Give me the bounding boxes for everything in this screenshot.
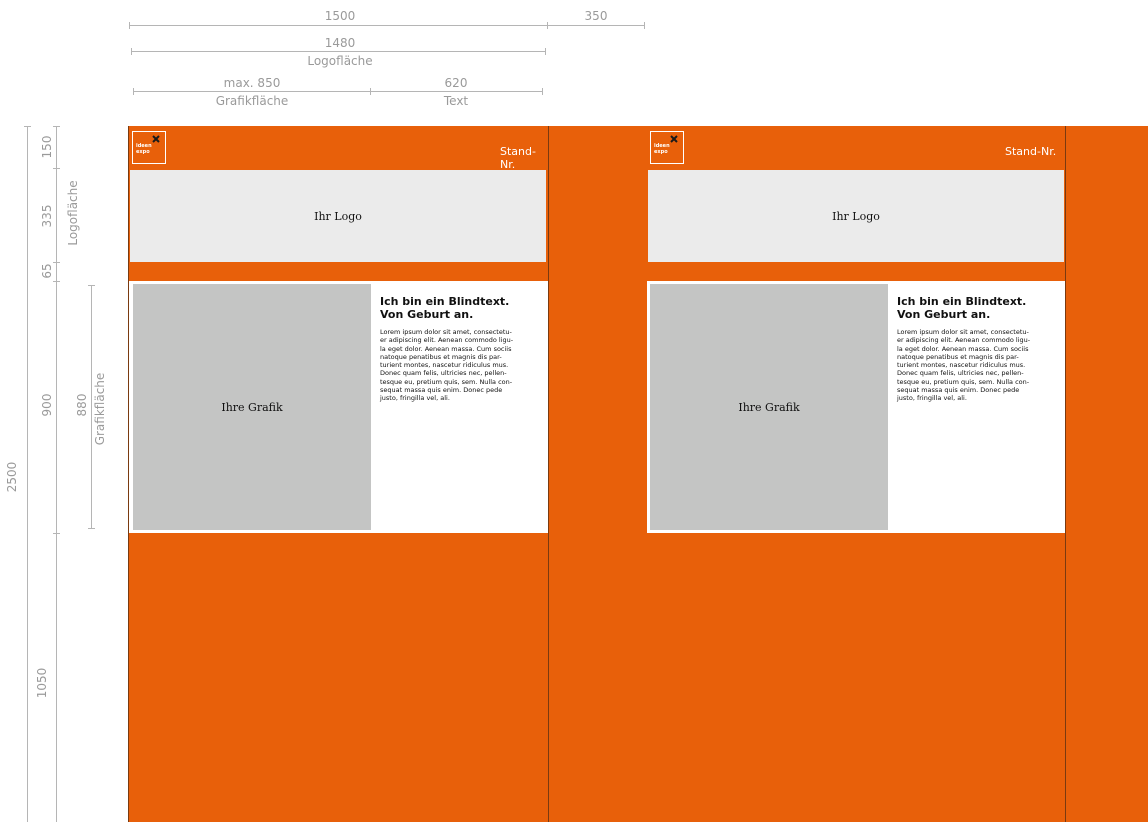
body-text: Lorem ipsum dolor sit amet, consectetu- … (380, 328, 514, 403)
panel-1: ideen expo Stand-Nr. Ihr Logo Ihre Grafi… (128, 126, 548, 822)
dim-v-150: 150 (40, 135, 54, 159)
headline-1: Ich bin ein Blindtext. (897, 295, 1027, 308)
dim-v-900: 900 (40, 393, 54, 417)
dim-logo-label: Logofläche (307, 54, 373, 68)
dim-line-top (129, 25, 645, 26)
dim-tick (133, 88, 134, 95)
dim-v-335: 335 (40, 204, 54, 228)
dim-1480: 1480 (324, 36, 356, 50)
headline-2: Von Geburt an. (380, 308, 474, 321)
dim-tick (53, 533, 60, 534)
headline-1: Ich bin ein Blindtext. (380, 295, 510, 308)
dim-tick (545, 48, 546, 55)
dim-tick (542, 88, 543, 95)
dim-tick (53, 262, 60, 263)
stand-number-label: Stand-Nr. (1005, 145, 1057, 158)
brand-logo: ideen expo (132, 131, 166, 164)
dim-tick (53, 168, 60, 169)
dim-tick (88, 528, 95, 529)
dim-v-graphic-label: Grafikfläche (93, 372, 107, 446)
body-text: Lorem ipsum dolor sit amet, consectetu- … (897, 328, 1031, 403)
dim-line-graphic (91, 285, 92, 528)
dim-1500: 1500 (324, 9, 356, 23)
dim-v-2500: 2500 (5, 461, 19, 493)
dim-tick (53, 126, 60, 127)
dim-tick (644, 22, 645, 29)
graphic-area: Ihre Grafik (133, 284, 371, 530)
stand-number-label: Stand-Nr. (500, 145, 536, 171)
dim-line-vertical (56, 126, 57, 822)
panel-divider (548, 126, 549, 822)
dim-tick (547, 22, 548, 29)
logo-placeholder: Ihr Logo (314, 209, 362, 223)
dim-line-logo (131, 51, 546, 52)
brand-logo: ideen expo (650, 131, 684, 164)
dim-tick (370, 88, 371, 95)
dim-v-logo-label: Logofläche (66, 180, 80, 246)
logo-area: Ihr Logo (130, 170, 546, 262)
dim-tick (24, 126, 31, 127)
headline-2: Von Geburt an. (897, 308, 991, 321)
dim-graphic-label: Grafikfläche (215, 94, 289, 108)
logo-placeholder: Ihr Logo (832, 209, 880, 223)
dim-v-880: 880 (75, 393, 89, 417)
dim-text-label: Text (443, 94, 469, 108)
dim-line-total (27, 126, 28, 822)
graphic-area: Ihre Grafik (650, 284, 888, 530)
content-area: Ihre Grafik Ich bin ein Blindtext. Von G… (647, 281, 1065, 533)
dim-tick (129, 22, 130, 29)
brand-text-2: expo (654, 149, 668, 155)
dim-850: max. 850 (223, 76, 281, 90)
dim-tick (53, 281, 60, 282)
dim-v-65: 65 (40, 263, 54, 279)
graphic-placeholder: Ihre Grafik (738, 400, 800, 414)
graphic-placeholder: Ihre Grafik (221, 400, 283, 414)
dim-tick (88, 285, 95, 286)
dim-line-inner (133, 91, 543, 92)
content-area: Ihre Grafik Ich bin ein Blindtext. Von G… (129, 281, 548, 533)
panel-2: ideen expo Stand-Nr. Ihr Logo Ihre Grafi… (646, 126, 1066, 822)
dim-v-1050: 1050 (35, 667, 49, 699)
dim-350: 350 (584, 9, 608, 23)
logo-area: Ihr Logo (648, 170, 1064, 262)
dim-tick (131, 48, 132, 55)
brand-text-2: expo (136, 149, 150, 155)
dim-620: 620 (444, 76, 468, 90)
